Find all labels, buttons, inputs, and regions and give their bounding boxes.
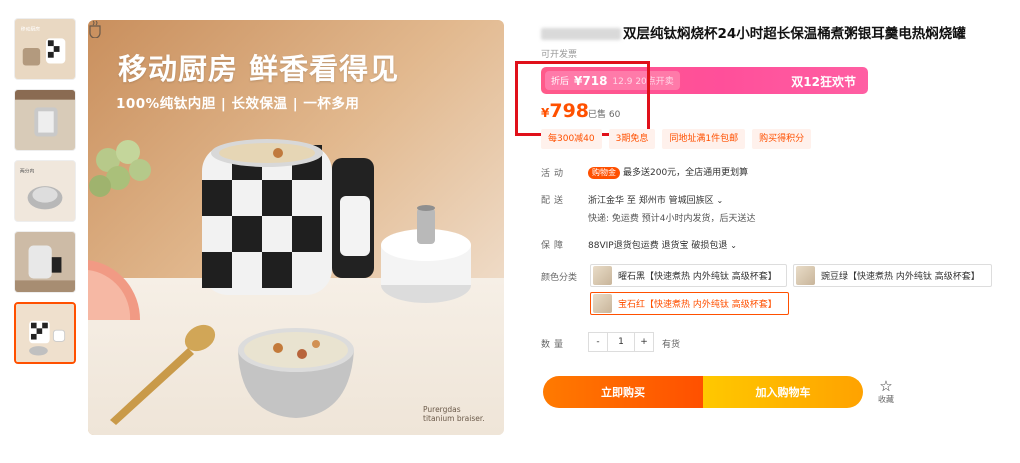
sku-thumbnail: [593, 266, 612, 285]
coupon-4[interactable]: 购买得积分: [752, 129, 812, 149]
invoice-note: 可开发票: [541, 50, 578, 60]
sku-thumbnail: [593, 294, 612, 313]
chevron-down-icon: ⌄: [716, 196, 724, 205]
thumbnail-list: 移动厨房 两分内: [14, 18, 76, 373]
decrement-button[interactable]: -: [588, 332, 608, 352]
hero-subtitle: 100%纯钛内胆 | 长效保温 | 一杯多用: [116, 96, 360, 112]
delivery-label: 配送: [541, 196, 568, 206]
coupon-3[interactable]: 同地址满1件包邮: [662, 129, 746, 149]
thumbnail-5[interactable]: [14, 302, 76, 364]
sku-option-1[interactable]: 曜石黑【快速煮热 内外纯钛 高级杯套】: [590, 264, 787, 287]
guarantee-label: 保障: [541, 241, 568, 251]
color-label: 颜色分类: [541, 273, 578, 283]
sku-thumbnail: [796, 266, 815, 285]
quantity-stepper: - 1 +: [588, 332, 654, 352]
brand-text: Purergdas titanium braiser.: [423, 405, 485, 423]
blurred-shop-name: [541, 28, 621, 40]
svg-text:移动厨房: 移动厨房: [21, 26, 40, 33]
delivery-route[interactable]: 浙江金华 至 郑州市 管城回族区 ⌄: [588, 193, 723, 206]
thumbnail-2[interactable]: [14, 89, 76, 151]
svg-text:两分内: 两分内: [20, 168, 35, 175]
main-product-image: 移动厨房 鲜香看得见 100%纯钛内胆 | 长效保温 | 一杯多用 Purerg…: [88, 20, 504, 435]
thumbnail-4[interactable]: [14, 231, 76, 293]
red-highlight-box: [515, 61, 650, 136]
brand-logo-icon: [89, 20, 101, 38]
product-page: 移动厨房 两分内 移动厨房 鲜香看得见 100%纯钛内胆 | 长效保温 | 一杯…: [0, 0, 1020, 463]
star-icon: ☆: [879, 377, 893, 395]
sku-option-3-selected[interactable]: 宝石红【快速煮热 内外纯钛 高级杯套】: [590, 292, 789, 315]
guarantee-text[interactable]: 88VIP退货包运费 退货宝 破损包退 ⌄: [588, 238, 737, 251]
activity-label: 活动: [541, 169, 568, 179]
stock-status: 有货: [662, 340, 681, 350]
shopping-coupon-tag: 购物金: [588, 167, 620, 179]
delivery-detail: 快递: 免运费 预计4小时内发货，后天送达: [588, 214, 756, 224]
add-to-cart-button[interactable]: 加入购物车: [703, 376, 863, 408]
sku-option-2[interactable]: 豌豆绿【快速煮热 内外纯钛 高级杯套】: [793, 264, 992, 287]
buy-now-button[interactable]: 立即购买: [543, 376, 703, 408]
thumbnail-1[interactable]: 移动厨房: [14, 18, 76, 80]
quantity-label: 数量: [541, 340, 568, 350]
thumbnail-3[interactable]: 两分内: [14, 160, 76, 222]
hero-title: 移动厨房 鲜香看得见: [118, 52, 400, 86]
quantity-input[interactable]: 1: [608, 332, 634, 352]
coupon-2[interactable]: 3期免息: [608, 129, 656, 149]
activity-text: 购物金 最多送200元，全店通用更划算: [588, 165, 748, 179]
increment-button[interactable]: +: [634, 332, 654, 352]
coupon-1[interactable]: 每300减40: [541, 129, 602, 149]
coupon-list: 每300减40 3期免息 同地址满1件包邮 购买得积分: [541, 129, 812, 149]
product-title: 双层纯钛焖烧杯24小时超长保温桶煮粥银耳羹电热焖烧罐: [541, 22, 966, 42]
chevron-down-icon: ⌄: [730, 241, 737, 250]
double12-festival-label: 双12狂欢节: [791, 75, 856, 89]
favorite-button[interactable]: ☆ 收藏: [874, 378, 898, 405]
